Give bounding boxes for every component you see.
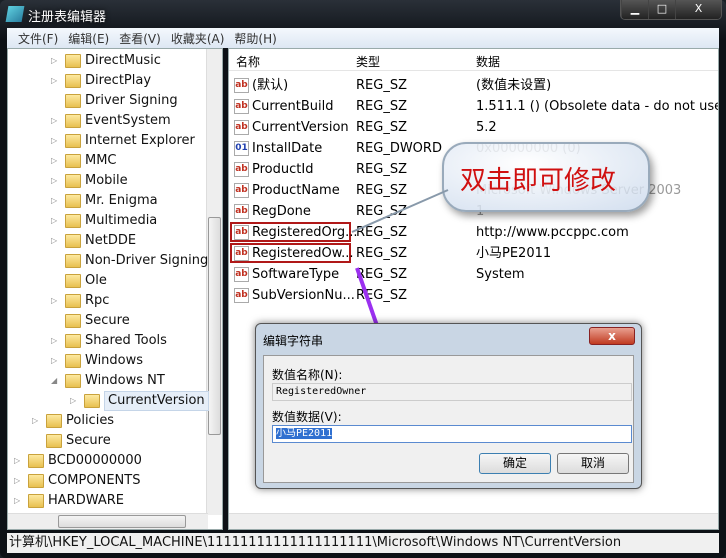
value-data-input[interactable]: 小马PE2011 xyxy=(272,425,632,443)
ok-button[interactable]: 确定 xyxy=(479,453,551,474)
dialog-close-button[interactable]: x xyxy=(589,327,635,345)
value-name-label: 数值名称(N): xyxy=(272,368,343,382)
callout-pointer xyxy=(351,189,449,233)
cancel-button[interactable]: 取消 xyxy=(557,453,629,474)
value-name-field: RegisteredOwner xyxy=(272,383,632,401)
value-data-label: 数值数据(V): xyxy=(272,410,342,424)
edit-string-dialog: 编辑字符串 x 数值名称(N): RegisteredOwner 数值数据(V)… xyxy=(255,323,642,489)
dialog-title: 编辑字符串 xyxy=(263,334,324,348)
